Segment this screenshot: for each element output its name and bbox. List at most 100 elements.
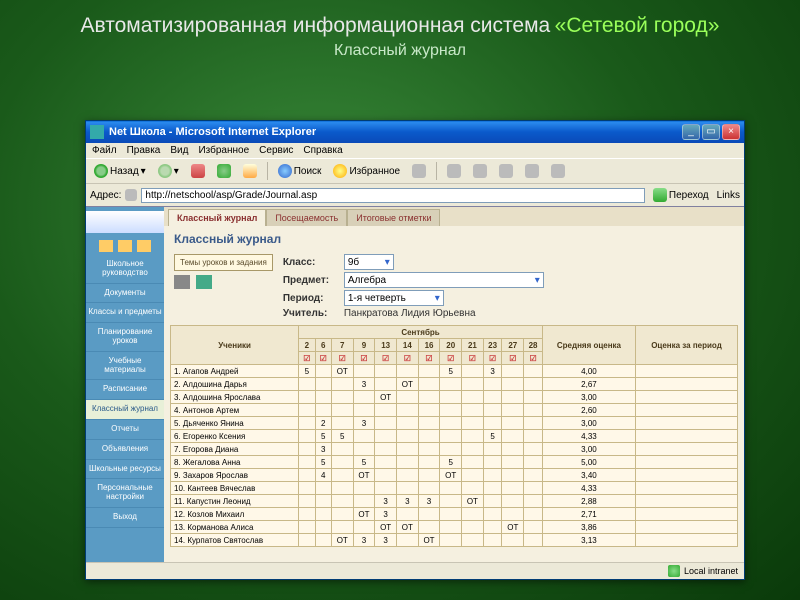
grade-cell[interactable] xyxy=(396,365,418,378)
grade-cell[interactable] xyxy=(299,391,315,404)
grade-cell[interactable] xyxy=(418,443,440,456)
grade-cell[interactable]: ОТ xyxy=(440,469,462,482)
day-checkbox[interactable]: ☑ xyxy=(440,352,462,365)
day-checkbox[interactable]: ☑ xyxy=(375,352,397,365)
edit-button[interactable] xyxy=(495,162,517,180)
grade-cell[interactable]: 5 xyxy=(440,456,462,469)
day-checkbox[interactable]: ☑ xyxy=(396,352,418,365)
grade-cell[interactable]: ОТ xyxy=(462,495,484,508)
grade-cell[interactable] xyxy=(462,469,484,482)
grade-cell[interactable] xyxy=(299,534,315,547)
grade-cell[interactable] xyxy=(502,443,524,456)
grade-cell[interactable]: 5 xyxy=(299,365,315,378)
grade-cell[interactable]: 5 xyxy=(331,430,353,443)
grade-cell[interactable]: 3 xyxy=(315,443,331,456)
grade-cell[interactable]: ОТ xyxy=(418,534,440,547)
grade-cell[interactable] xyxy=(462,391,484,404)
grade-cell[interactable] xyxy=(440,417,462,430)
grade-cell[interactable] xyxy=(483,391,502,404)
stop-button[interactable] xyxy=(187,162,209,180)
grade-cell[interactable] xyxy=(502,469,524,482)
grade-cell[interactable]: 5 xyxy=(483,430,502,443)
sidebar-item[interactable]: Классы и предметы xyxy=(86,303,164,323)
grade-cell[interactable] xyxy=(299,456,315,469)
grade-cell[interactable] xyxy=(299,378,315,391)
grade-cell[interactable] xyxy=(331,378,353,391)
grade-cell[interactable] xyxy=(524,378,543,391)
grade-cell[interactable] xyxy=(462,482,484,495)
grade-cell[interactable] xyxy=(502,430,524,443)
tab-attendance[interactable]: Посещаемость xyxy=(266,209,347,226)
grade-cell[interactable] xyxy=(353,521,375,534)
search-button[interactable]: Поиск xyxy=(274,162,326,180)
grade-cell[interactable] xyxy=(299,521,315,534)
export-icon[interactable] xyxy=(196,275,212,289)
grade-cell[interactable]: ОТ xyxy=(375,391,397,404)
grade-cell[interactable] xyxy=(418,430,440,443)
grade-cell[interactable] xyxy=(418,404,440,417)
grade-cell[interactable] xyxy=(483,534,502,547)
period-cell[interactable] xyxy=(636,417,738,430)
grade-cell[interactable] xyxy=(396,417,418,430)
grade-cell[interactable]: 3 xyxy=(375,495,397,508)
grade-cell[interactable] xyxy=(299,508,315,521)
day-checkbox[interactable]: ☑ xyxy=(462,352,484,365)
grade-cell[interactable] xyxy=(375,443,397,456)
period-cell[interactable] xyxy=(636,404,738,417)
grade-cell[interactable] xyxy=(315,365,331,378)
grade-cell[interactable] xyxy=(375,469,397,482)
grade-cell[interactable]: 3 xyxy=(353,417,375,430)
grade-cell[interactable] xyxy=(524,404,543,417)
grade-cell[interactable] xyxy=(418,469,440,482)
grade-cell[interactable]: 3 xyxy=(396,495,418,508)
help-icon[interactable] xyxy=(137,240,151,252)
grade-cell[interactable] xyxy=(483,482,502,495)
period-cell[interactable] xyxy=(636,456,738,469)
period-cell[interactable] xyxy=(636,365,738,378)
grade-cell[interactable] xyxy=(483,456,502,469)
grade-cell[interactable] xyxy=(315,534,331,547)
grade-cell[interactable] xyxy=(418,365,440,378)
lesson-topics-button[interactable]: Темы уроков и задания xyxy=(174,254,273,271)
grade-cell[interactable] xyxy=(396,469,418,482)
grade-cell[interactable] xyxy=(524,495,543,508)
grade-cell[interactable] xyxy=(440,378,462,391)
grade-cell[interactable] xyxy=(418,391,440,404)
grade-cell[interactable] xyxy=(524,391,543,404)
grade-cell[interactable]: ОТ xyxy=(502,521,524,534)
menu-help[interactable]: Справка xyxy=(303,145,342,156)
grade-cell[interactable] xyxy=(462,443,484,456)
grade-cell[interactable] xyxy=(331,391,353,404)
grade-cell[interactable] xyxy=(440,430,462,443)
print-icon[interactable] xyxy=(174,275,190,289)
links-label[interactable]: Links xyxy=(717,190,740,201)
grade-cell[interactable] xyxy=(396,534,418,547)
grade-cell[interactable]: ОТ xyxy=(331,534,353,547)
grade-cell[interactable] xyxy=(299,482,315,495)
sidebar-item[interactable]: Персональные настройки xyxy=(86,479,164,508)
grade-cell[interactable] xyxy=(353,404,375,417)
msgr-button[interactable] xyxy=(547,162,569,180)
grade-cell[interactable] xyxy=(331,482,353,495)
grade-cell[interactable]: 5 xyxy=(315,430,331,443)
class-select[interactable]: 9б ▾ xyxy=(344,254,394,270)
history-button[interactable] xyxy=(408,162,430,180)
grade-cell[interactable] xyxy=(331,508,353,521)
grade-cell[interactable] xyxy=(315,495,331,508)
grade-cell[interactable] xyxy=(353,365,375,378)
print-button[interactable] xyxy=(469,162,491,180)
grade-cell[interactable] xyxy=(462,378,484,391)
sidebar-item[interactable]: Планирование уроков xyxy=(86,323,164,352)
grade-cell[interactable] xyxy=(315,521,331,534)
refresh-button[interactable] xyxy=(213,162,235,180)
grade-cell[interactable] xyxy=(502,404,524,417)
grade-cell[interactable] xyxy=(462,456,484,469)
day-checkbox[interactable]: ☑ xyxy=(331,352,353,365)
grade-cell[interactable] xyxy=(524,482,543,495)
grade-cell[interactable] xyxy=(418,378,440,391)
grade-cell[interactable] xyxy=(375,482,397,495)
minimize-button[interactable]: _ xyxy=(682,124,700,140)
grade-cell[interactable] xyxy=(440,404,462,417)
grade-cell[interactable] xyxy=(331,404,353,417)
grade-cell[interactable] xyxy=(440,443,462,456)
